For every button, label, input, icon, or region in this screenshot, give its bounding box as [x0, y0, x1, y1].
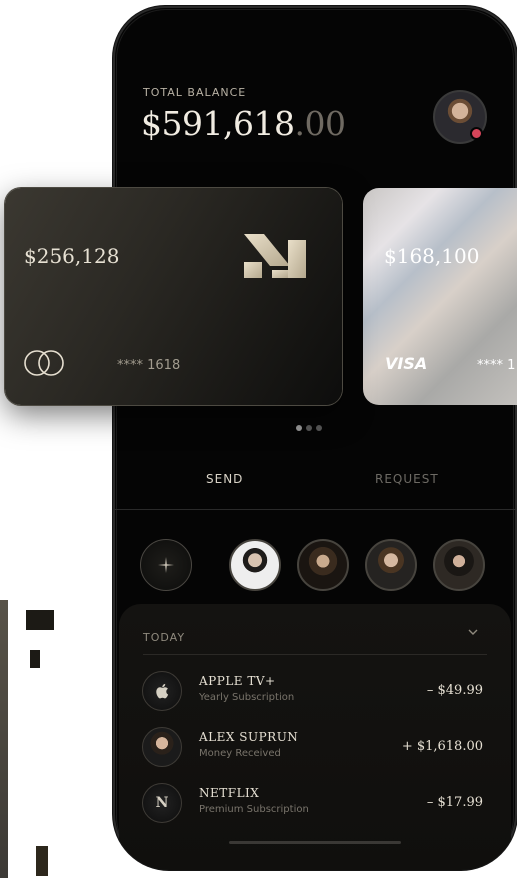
profile-avatar[interactable]	[433, 90, 487, 144]
balance-main: $591,618	[141, 104, 295, 143]
balance-cents: .00	[294, 104, 346, 143]
card-balance: $168,100	[384, 244, 480, 268]
chevron-down-icon[interactable]	[467, 626, 479, 638]
decorative-shape	[30, 650, 40, 668]
avatar	[142, 727, 182, 767]
divider	[113, 509, 517, 510]
contact-avatar[interactable]	[433, 539, 485, 591]
transaction-subtitle: Premium Subscription	[199, 804, 309, 815]
decorative-shape	[0, 600, 8, 878]
transaction-amount: – $17.99	[426, 795, 483, 810]
total-balance-amount: $591,618.00	[141, 104, 346, 143]
card-number: **** 1	[477, 358, 516, 373]
transfer-tabs: SEND REQUEST	[113, 462, 517, 510]
netflix-icon: N	[142, 783, 182, 823]
card-visa[interactable]: $168,100 VISA **** 1	[363, 188, 517, 405]
page-dot[interactable]	[306, 425, 312, 431]
transaction-subtitle: Yearly Subscription	[199, 692, 295, 703]
transaction-amount: + $1,618.00	[401, 739, 483, 754]
transactions-panel: TODAY APPLE TV+ Yearly Subscription – $4…	[119, 604, 511, 870]
divider	[143, 654, 487, 655]
transaction-row[interactable]: N NETFLIX Premium Subscription – $17.99	[119, 780, 511, 824]
transaction-title: NETFLIX	[199, 786, 260, 800]
transaction-row[interactable]: APPLE TV+ Yearly Subscription – $49.99	[119, 668, 511, 712]
transaction-row[interactable]: ALEX SUPRUN Money Received + $1,618.00	[119, 724, 511, 768]
visa-logo: VISA	[385, 354, 428, 373]
tab-request[interactable]: REQUEST	[375, 472, 439, 486]
contacts-row	[113, 534, 517, 596]
card-mastercard[interactable]: $256,128 **** 1618	[5, 188, 342, 405]
brand-logo-icon	[244, 234, 306, 278]
contact-avatar[interactable]	[365, 539, 417, 591]
total-balance-label: TOTAL BALANCE	[143, 86, 247, 99]
page-dot[interactable]	[296, 425, 302, 431]
section-label-today: TODAY	[143, 631, 186, 644]
decorative-shape	[26, 610, 54, 630]
apple-icon	[142, 671, 182, 711]
transaction-subtitle: Money Received	[199, 748, 281, 759]
tab-send[interactable]: SEND	[206, 472, 243, 486]
card-balance: $256,128	[24, 244, 120, 268]
transaction-title: APPLE TV+	[199, 674, 276, 688]
home-indicator[interactable]	[229, 841, 401, 844]
card-number: **** 1618	[117, 358, 181, 373]
decorative-shape	[36, 846, 48, 876]
transaction-title: ALEX SUPRUN	[199, 730, 299, 744]
card-pagination	[296, 425, 322, 431]
sparkle-plus-icon	[158, 557, 174, 573]
phone-frame: TOTAL BALANCE $591,618.00 SEND REQUEST T…	[113, 6, 517, 870]
page-dot[interactable]	[316, 425, 322, 431]
mastercard-icon	[24, 350, 64, 376]
notification-dot	[470, 127, 483, 140]
add-contact-button[interactable]	[140, 539, 192, 591]
contact-avatar[interactable]	[229, 539, 281, 591]
transaction-amount: – $49.99	[426, 683, 483, 698]
contact-avatar[interactable]	[297, 539, 349, 591]
